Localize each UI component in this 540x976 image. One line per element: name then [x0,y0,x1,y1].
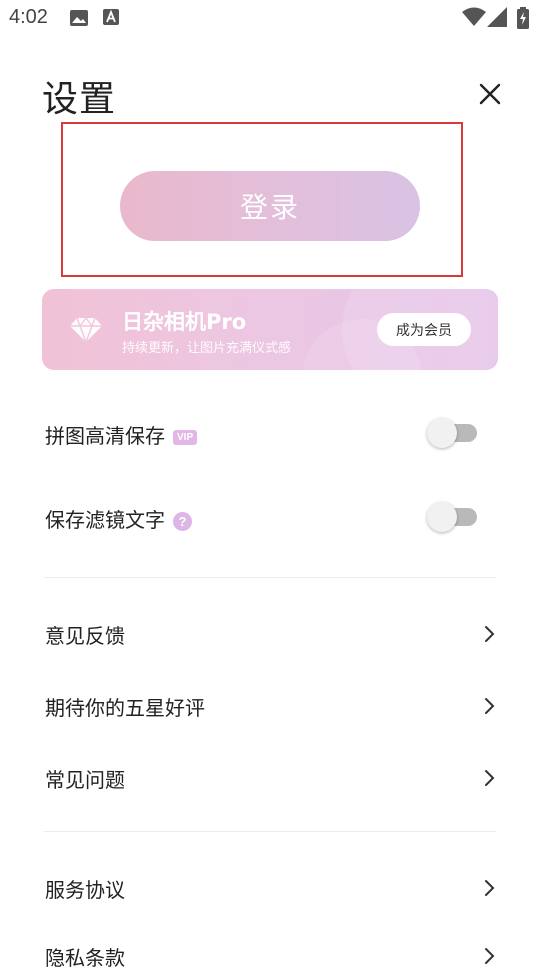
vip-banner[interactable]: 日杂相机Pro 持续更新，让图片充满仪式感 成为会员 [42,289,498,370]
save-filter-text-label: 保存滤镜文字 [45,508,165,532]
menu-item-privacy-policy[interactable]: 隐私条款 [45,936,497,976]
login-button[interactable]: 登录 [120,171,420,241]
vip-subtitle: 持续更新，让图片充满仪式感 [122,341,292,356]
menu-item-label: 服务协议 [45,878,125,902]
battery-charging-icon [517,7,529,29]
menu-item-feedback[interactable]: 意见反馈 [45,614,497,654]
menu-item-label: 隐私条款 [45,946,125,970]
status-bar: 4:02 [0,0,540,38]
save-filter-text-toggle[interactable] [427,502,479,532]
menu-item-rate-five-stars[interactable]: 期待你的五星好评 [45,686,497,726]
diamond-icon [70,317,102,344]
become-member-button[interactable]: 成为会员 [377,313,471,346]
toggle-knob [427,418,457,448]
toggle-knob [427,502,457,532]
signal-icon [487,7,507,27]
menu-item-faq[interactable]: 常见问题 [45,758,497,798]
a-box-icon [103,9,119,25]
menu-item-label: 常见问题 [45,768,125,792]
status-time: 4:02 [9,6,48,28]
chevron-right-icon [485,770,495,786]
hd-collage-save-label: 拼图高清保存 [45,424,165,448]
hd-collage-save-toggle[interactable] [427,418,479,448]
menu-item-label: 意见反馈 [45,624,125,648]
vip-title: 日杂相机Pro [122,310,247,334]
close-icon[interactable] [474,78,506,110]
help-icon[interactable]: ? [173,512,192,531]
wifi-icon [462,7,486,26]
menu-item-label: 期待你的五星好评 [45,696,205,720]
chevron-right-icon [485,698,495,714]
chevron-right-icon [485,880,495,896]
vip-tag: VIP [173,430,198,445]
image-icon [70,10,88,26]
chevron-right-icon [485,948,495,964]
menu-item-service-agreement[interactable]: 服务协议 [45,868,497,908]
divider [44,831,496,832]
chevron-right-icon [485,626,495,642]
divider [44,577,496,578]
page-title: 设置 [42,79,117,120]
